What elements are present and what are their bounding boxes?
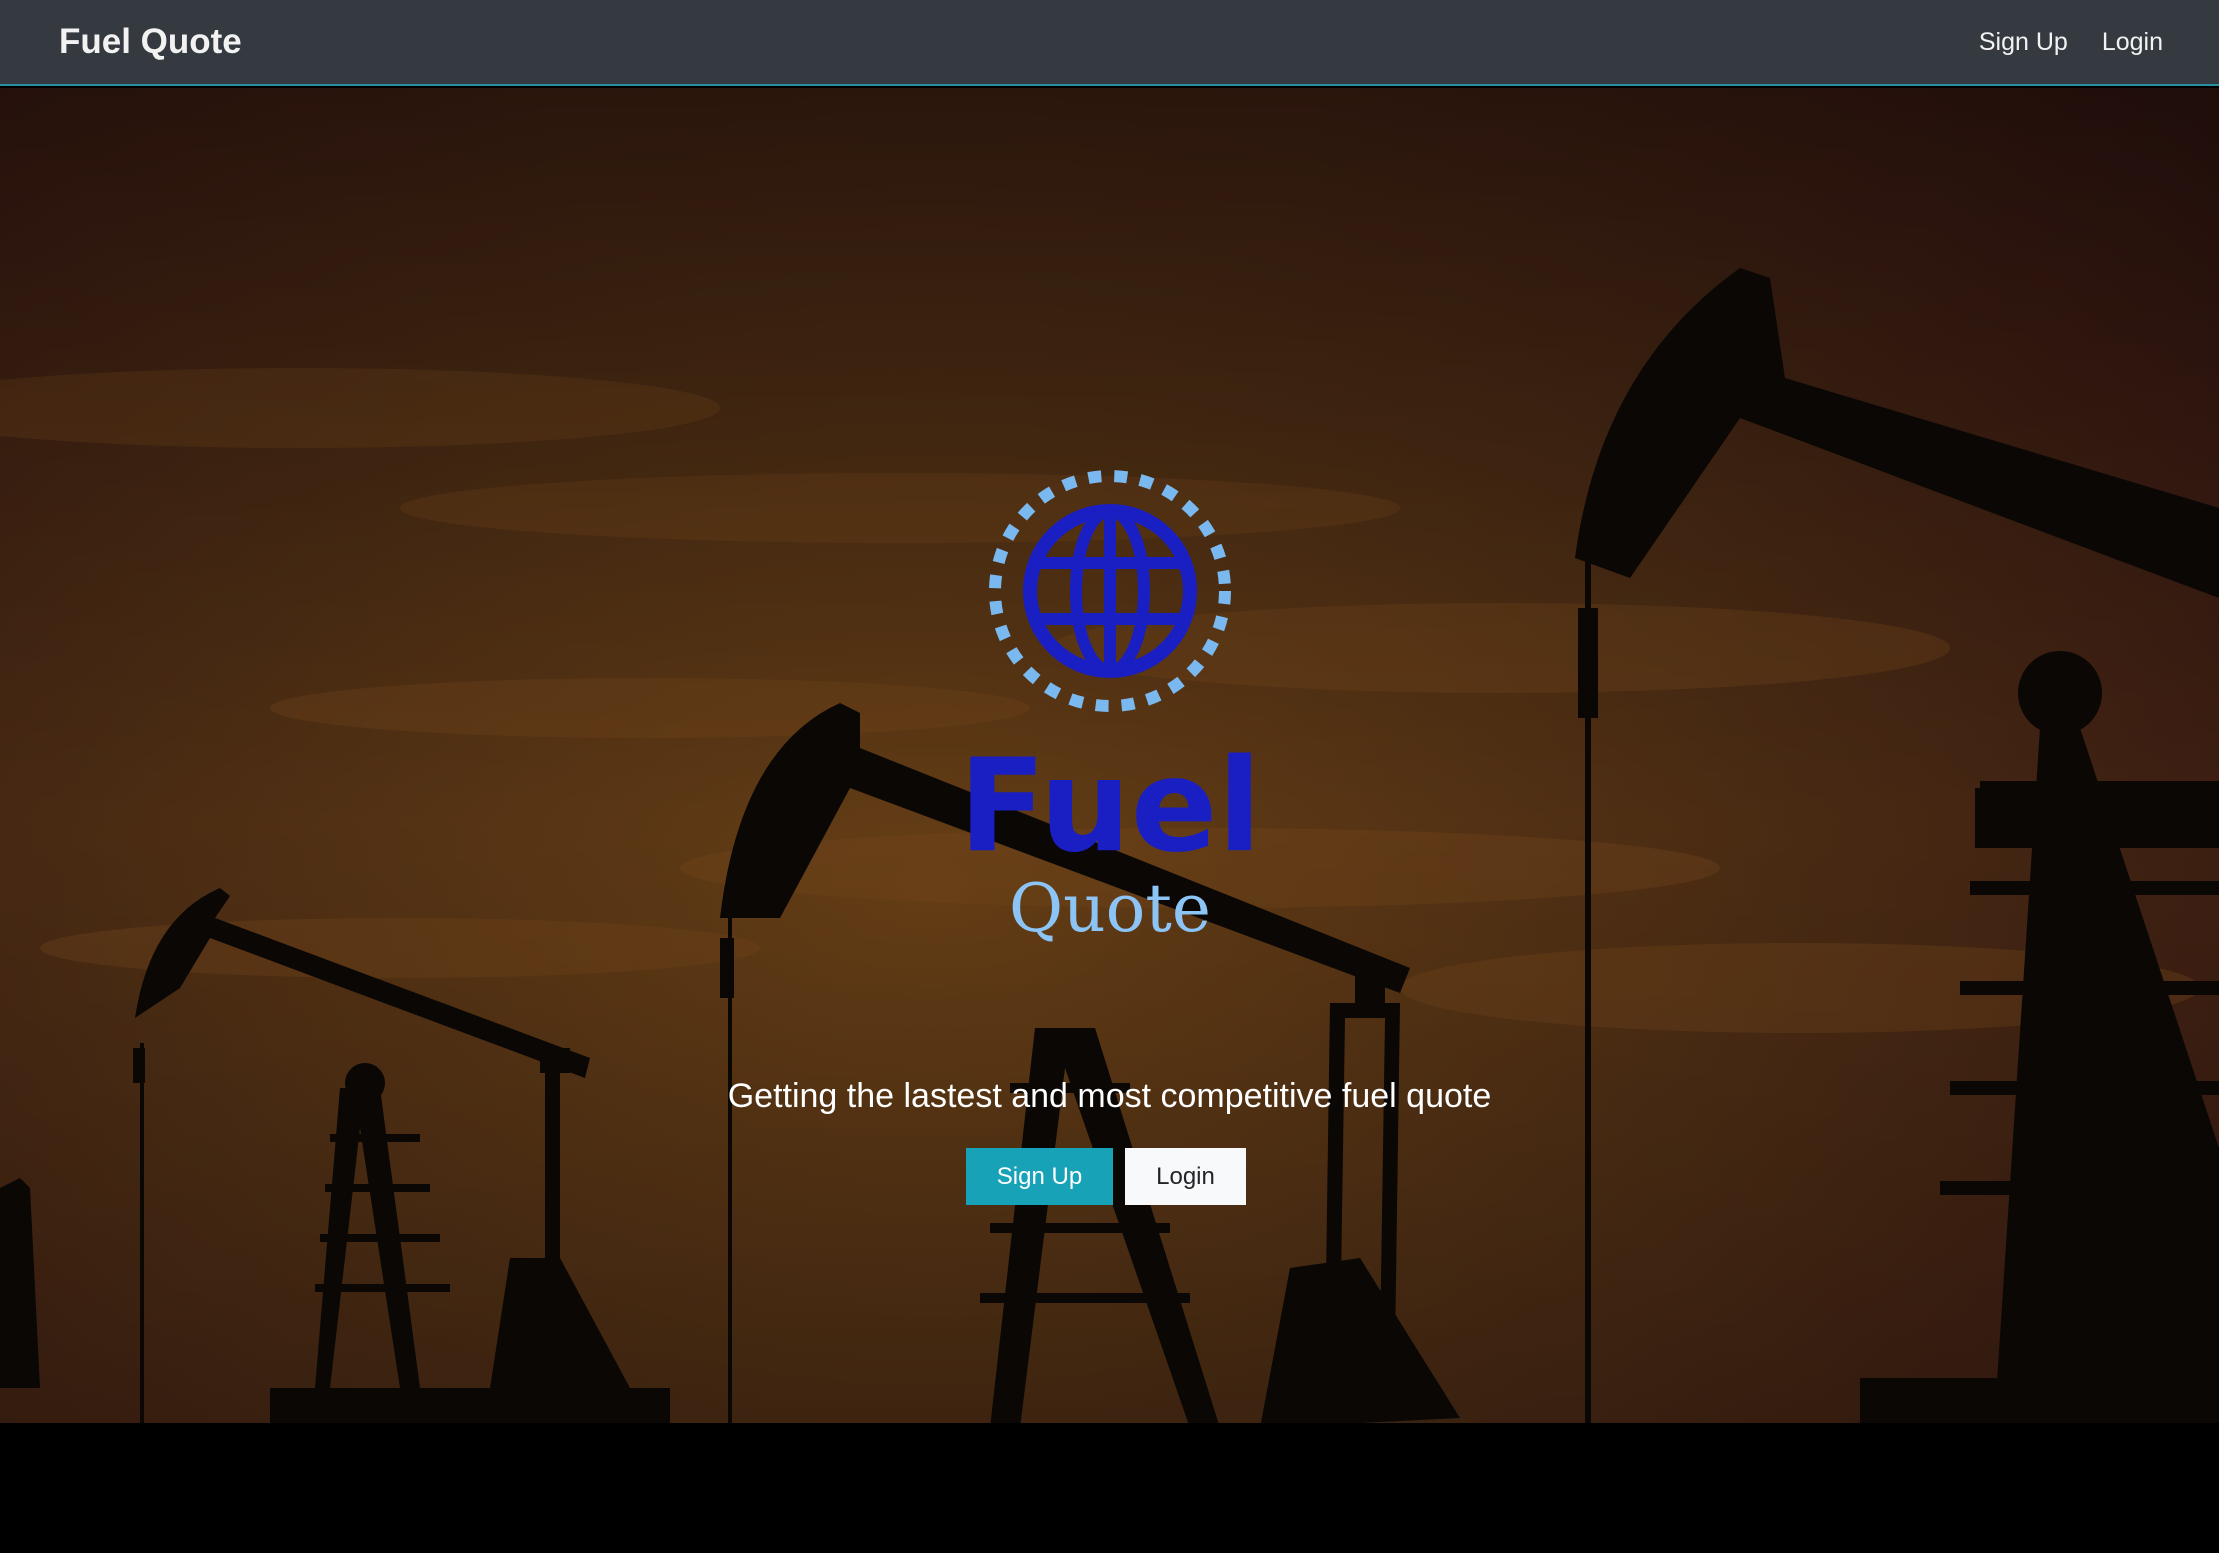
- nav-signup-link[interactable]: Sign Up: [1979, 24, 2068, 60]
- hero-tagline: Getting the lastest and most competitive…: [727, 1077, 1492, 1115]
- navbar-brand[interactable]: Fuel Quote: [59, 18, 242, 66]
- globe-icon: [989, 470, 1231, 712]
- top-navbar: Fuel Quote Sign Up Login: [0, 0, 2219, 86]
- logo-word-quote: Quote: [1009, 870, 1211, 947]
- hero-section: Fuel Quote Getting the lastest and most …: [0, 88, 2219, 1553]
- navbar-links: Sign Up Login: [1979, 24, 2163, 60]
- signup-button[interactable]: Sign Up: [966, 1148, 1113, 1205]
- logo-word-fuel: Fuel: [960, 732, 1260, 881]
- login-button[interactable]: Login: [1125, 1148, 1246, 1205]
- fuel-quote-logo: Fuel Quote: [960, 470, 1260, 947]
- nav-login-link[interactable]: Login: [2102, 24, 2163, 60]
